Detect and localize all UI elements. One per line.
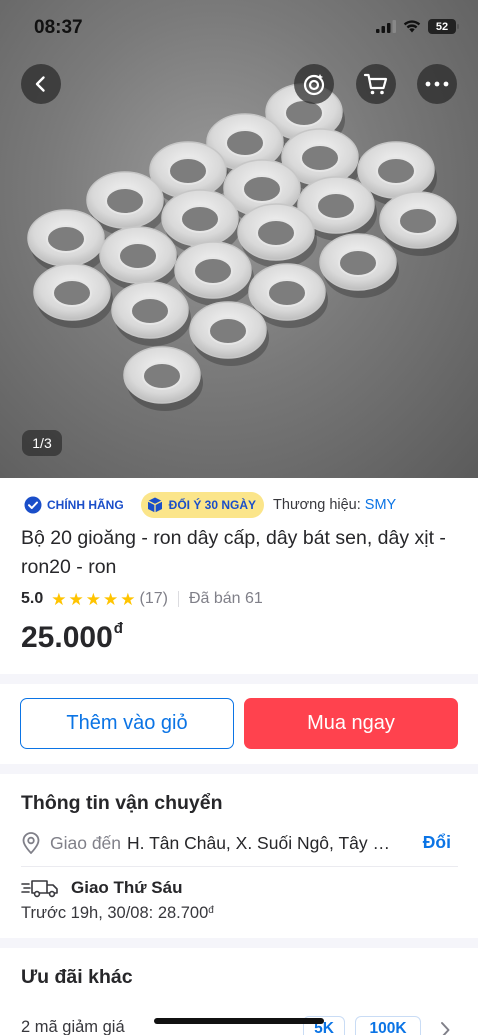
address-row[interactable]: Giao đến H. Tân Châu, X. Suối Ngô, Tây N… <box>21 828 457 858</box>
shipping-section: Thông tin vận chuyển Giao đến H. Tân Châ… <box>0 774 478 938</box>
cart-button[interactable] <box>356 64 396 104</box>
product-title: Bộ 20 gioăng - ron dây cấp, dây bát sen,… <box>21 527 446 578</box>
image-counter: 1/3 <box>22 430 62 456</box>
chevron-left-icon <box>35 76 45 92</box>
washers-photo <box>27 83 459 411</box>
delivery-currency: đ <box>208 905 214 916</box>
official-badge-label: CHÍNH HÃNG <box>47 498 124 512</box>
badge-row: CHÍNH HÃNG ĐỔI Ý 30 NGÀY Thương hiệu: SM… <box>21 492 396 518</box>
product-info: CHÍNH HÃNG ĐỔI Ý 30 NGÀY Thương hiệu: SM… <box>0 478 478 674</box>
official-badge: CHÍNH HÃNG <box>21 492 132 518</box>
buy-now-button[interactable]: Mua ngay <box>244 698 458 749</box>
back-button[interactable] <box>21 64 61 104</box>
product-image[interactable]: 08:37 52 1/3 <box>0 0 478 478</box>
truck-icon <box>21 880 58 898</box>
divider <box>177 591 179 607</box>
star-icon: ★ <box>85 589 101 609</box>
home-indicator <box>154 1018 324 1024</box>
more-button[interactable] <box>417 64 457 104</box>
return-badge-label: ĐỔI Ý 30 NGÀY <box>168 498 257 512</box>
delivery-detail: Trước 19h, 30/08: 28.700đ <box>21 904 214 923</box>
shipping-title: Thông tin vận chuyển <box>21 792 223 814</box>
delivery-row: Giao Thứ Sáu <box>21 876 183 900</box>
status-bar: 08:37 52 <box>0 0 478 56</box>
chevron-right-icon <box>441 1022 450 1035</box>
brand-info: Thương hiệu: SMY <box>273 497 396 513</box>
box-return-icon <box>147 497 162 513</box>
coupon-count: 2 mã giảm giá <box>21 1018 125 1035</box>
wifi-icon <box>403 20 421 33</box>
change-address-link[interactable]: Đổi <box>423 832 451 853</box>
return-badge: ĐỔI Ý 30 NGÀY <box>140 492 265 518</box>
sold-count: Đã bán 61 <box>188 590 263 607</box>
camera-search-icon <box>303 74 325 96</box>
offers-title: Ưu đãi khác <box>21 966 133 988</box>
delivery-day: Giao Thứ Sáu <box>71 878 183 897</box>
coupon-chip[interactable]: 100K <box>355 1016 421 1035</box>
battery-icon: 52 <box>428 19 459 34</box>
cart-icon <box>363 73 388 95</box>
rating-score: 5.0 <box>21 590 44 607</box>
battery-level: 52 <box>435 20 449 33</box>
brand-link[interactable]: SMY <box>365 497 396 513</box>
star-icon: ★ <box>51 589 67 609</box>
product-price: 25.000đ <box>21 620 123 655</box>
review-count: (17) <box>139 590 168 607</box>
star-icon: ★ <box>120 589 136 609</box>
deliver-to-label: Giao đến <box>50 832 122 853</box>
status-time: 08:37 <box>34 17 83 38</box>
delivery-detail-text: Trước 19h, 30/08: 28.700 <box>21 904 209 922</box>
signal-icon <box>376 20 396 33</box>
purchase-actions: Thêm vào giỏ Mua ngay <box>0 684 478 764</box>
price-currency: đ <box>113 620 123 637</box>
brand-label: Thương hiệu: <box>273 497 365 513</box>
star-rating: ★ ★ ★ ★ ★ <box>51 591 135 608</box>
star-icon: ★ <box>103 589 119 609</box>
rating-row[interactable]: 5.0 ★ ★ ★ ★ ★ (17) Đã bán 61 <box>21 589 263 609</box>
location-pin-icon <box>22 832 40 854</box>
delivery-address: H. Tân Châu, X. Suối Ngô, Tây Ninh <box>127 832 400 853</box>
star-icon: ★ <box>68 589 84 609</box>
add-to-cart-button[interactable]: Thêm vào giỏ <box>20 698 234 749</box>
divider <box>21 866 458 867</box>
price-value: 25.000 <box>21 621 113 654</box>
more-dots-icon <box>425 81 449 87</box>
status-icons: 52 <box>376 19 459 34</box>
camera-search-button[interactable] <box>294 64 334 104</box>
verified-check-icon <box>24 496 42 514</box>
